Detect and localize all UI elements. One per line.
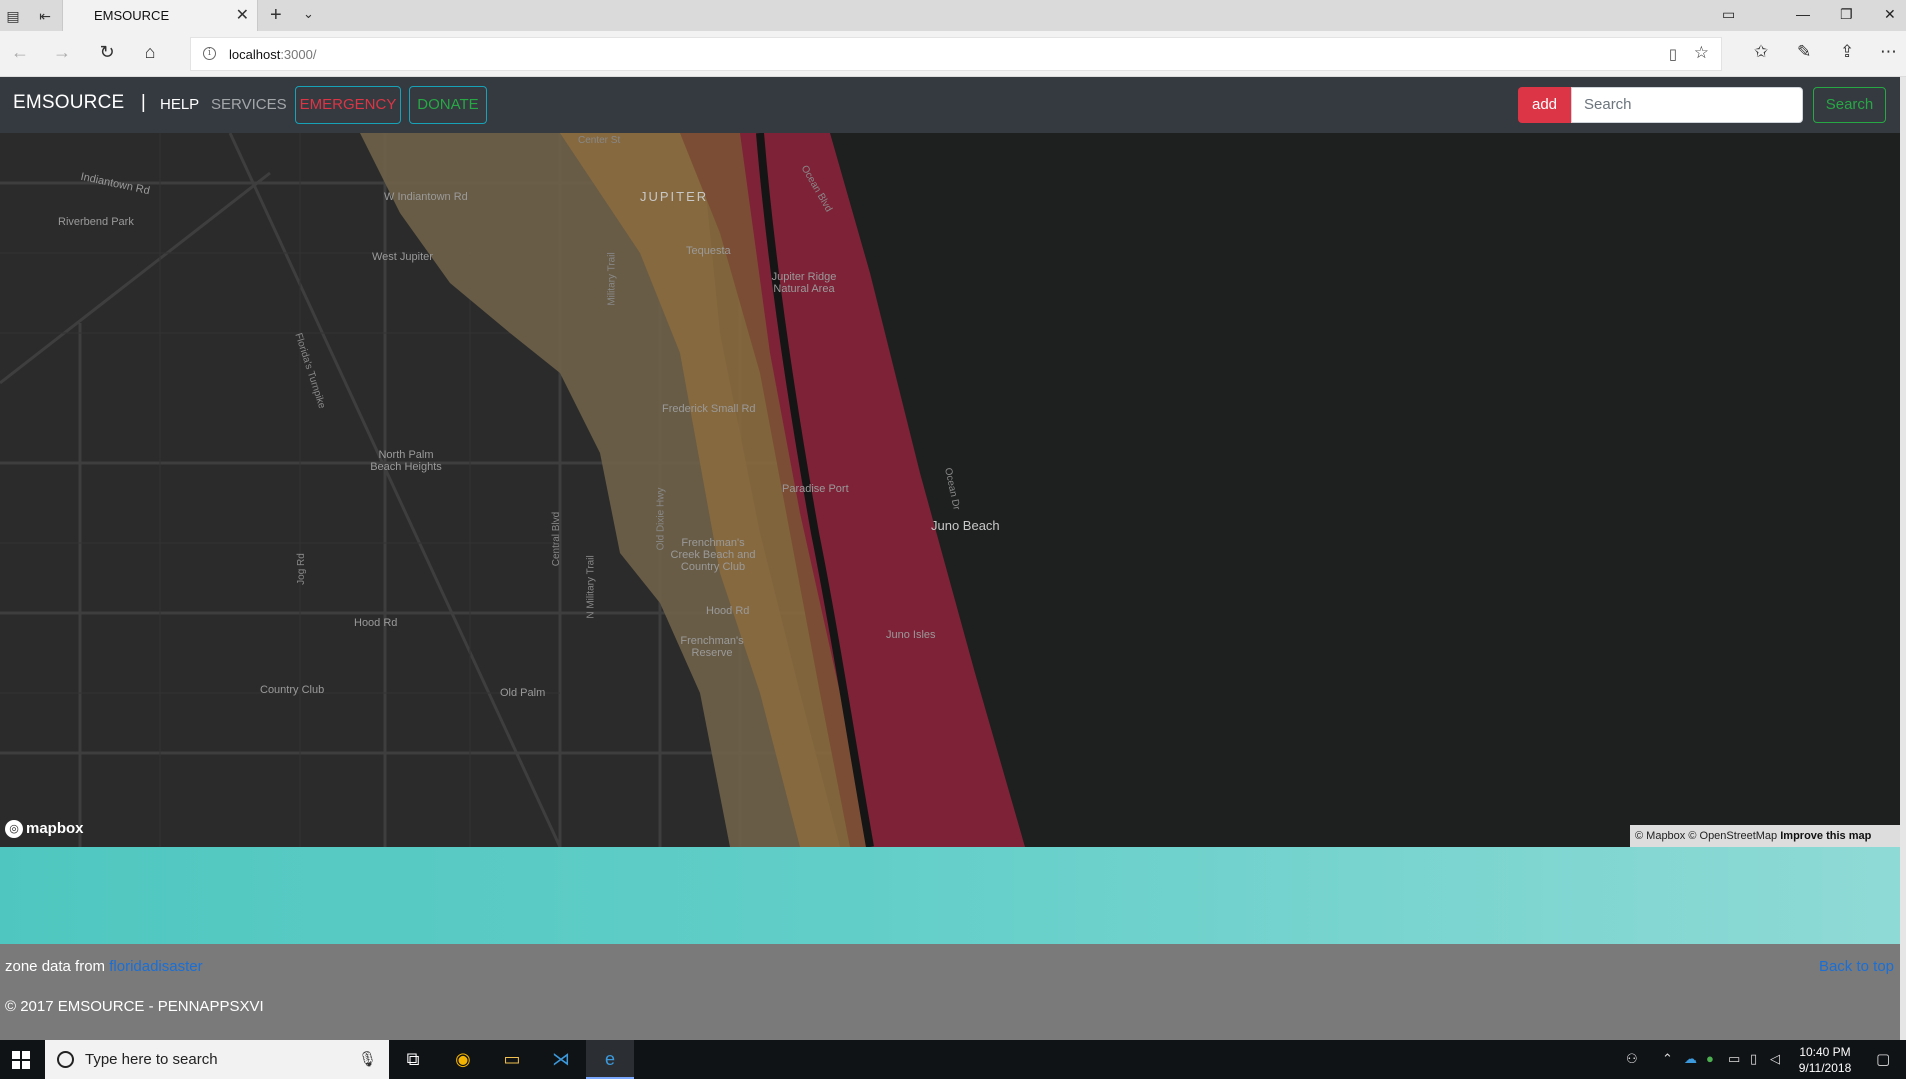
clock-date: 9/11/2018 — [1798, 1061, 1852, 1075]
windows-taskbar: Type here to search 🎙 ⧉ ◉ ▭ ⋊ e ⚇ ⌃ ☁ ● … — [0, 1040, 1906, 1079]
file-explorer-icon[interactable]: ▭ — [488, 1040, 536, 1079]
floridadisaster-link[interactable]: floridadisaster — [109, 958, 202, 975]
map-label: JUPITER — [640, 189, 709, 204]
brand[interactable]: EMSOURCE | — [13, 92, 146, 114]
address-toolbar: ← → ↻ ⌂ i localhost:3000/ ▯ ☆ — [0, 31, 1906, 77]
more-icon[interactable]: ⋯ — [1880, 42, 1897, 62]
tab-title: EMSOURCE — [94, 8, 170, 23]
tab-dropdown-icon[interactable]: ⌄ — [303, 6, 314, 22]
browser-tab[interactable]: EMSOURCE ✕ — [62, 0, 258, 31]
map-label: Old Palm — [500, 687, 546, 699]
map-label: Country Club — [260, 684, 325, 696]
browser-tab-bar: ▤ ⇤ EMSOURCE ✕ + ⌄ ▭ — ❐ ✕ — [0, 0, 1906, 31]
windows-start-icon[interactable] — [12, 1051, 30, 1069]
forward-icon[interactable]: → — [50, 42, 74, 63]
show-hidden-icons-icon[interactable]: ⌃ — [1662, 1051, 1673, 1067]
tab-preview-icon[interactable]: ▤ — [2, 5, 24, 27]
map-label: Hood Rd — [706, 605, 750, 617]
system-clock[interactable]: 10:40 PM 9/11/2018 — [1790, 1044, 1860, 1076]
map-canvas[interactable]: Center St Indiantown Rd W Indiantown Rd … — [0, 133, 1906, 847]
zone-data-credit: zone data from floridadisaster — [5, 958, 203, 975]
battery-icon[interactable]: ▭ — [1728, 1051, 1740, 1067]
teal-banner — [0, 847, 1906, 944]
restore-icon[interactable]: ❐ — [1840, 6, 1853, 23]
map-label: Frenchman's Reserve — [680, 635, 744, 659]
map-label: West Jupiter — [372, 251, 433, 263]
search-input[interactable]: Search — [1571, 87, 1803, 123]
info-icon[interactable]: i — [203, 47, 216, 60]
security-icon[interactable]: ● — [1706, 1051, 1714, 1066]
map-label: North Palm Beach Heights — [370, 449, 442, 473]
edge-icon[interactable]: e — [586, 1040, 634, 1079]
onedrive-icon[interactable]: ☁ — [1684, 1051, 1697, 1067]
map-label: Juno Beach — [931, 518, 1000, 533]
back-to-top-link[interactable]: Back to top — [1819, 958, 1894, 975]
address-bar[interactable]: i localhost:3000/ ▯ ☆ — [190, 37, 1722, 71]
microphone-icon[interactable]: 🎙 — [358, 1050, 377, 1068]
donate-button[interactable]: DONATE — [409, 86, 487, 124]
mapbox-logo-icon: ◎ — [5, 820, 23, 839]
map-label: Center St — [578, 135, 621, 146]
nav-help-link[interactable]: HELP — [160, 96, 199, 113]
refresh-icon[interactable]: ↻ — [95, 42, 119, 63]
cortana-icon — [57, 1051, 74, 1068]
map-label: Jupiter Ridge Natural Area — [771, 271, 837, 295]
chrome-icon[interactable]: ◉ — [439, 1040, 487, 1079]
map-label: W Indiantown Rd — [384, 191, 468, 203]
map-label: Frenchman's Creek Beach and Country Club — [670, 537, 756, 573]
improve-map-link[interactable]: Improve this map — [1780, 830, 1871, 842]
pen-icon[interactable]: ✎ — [1797, 42, 1811, 62]
favorites-hub-icon[interactable]: ✩ — [1754, 42, 1768, 62]
map-attribution[interactable]: © Mapbox © OpenStreetMap Improve this ma… — [1630, 825, 1906, 847]
map-label: Riverbend Park — [58, 216, 134, 228]
url-text[interactable]: localhost:3000/ — [229, 47, 316, 62]
minimize-icon[interactable]: — — [1796, 6, 1810, 22]
back-icon[interactable]: ← — [8, 42, 32, 63]
reading-view-icon[interactable]: ▯ — [1669, 45, 1677, 63]
map-label: Tequesta — [686, 245, 731, 257]
nav-services-link[interactable]: SERVICES — [211, 96, 287, 113]
emergency-button[interactable]: EMERGENCY — [295, 86, 401, 124]
map-label: Hood Rd — [354, 617, 398, 629]
page-footer: zone data from floridadisaster Back to t… — [0, 944, 1906, 1040]
close-icon[interactable]: ✕ — [236, 5, 249, 25]
map-label: Frederick Small Rd — [662, 403, 756, 415]
people-icon[interactable]: ⚇ — [1626, 1051, 1638, 1067]
favorite-star-icon[interactable]: ☆ — [1694, 43, 1709, 63]
page-scrollbar[interactable] — [1900, 77, 1906, 1040]
network-icon[interactable]: ▯ — [1750, 1051, 1757, 1067]
volume-icon[interactable]: ◁ — [1770, 1051, 1780, 1067]
search-button[interactable]: Search — [1813, 87, 1886, 123]
action-center-icon[interactable]: ▢ — [1876, 1050, 1890, 1068]
home-icon[interactable]: ⌂ — [138, 42, 162, 63]
add-button[interactable]: add — [1518, 87, 1571, 123]
map-label: Military Trail — [606, 252, 618, 306]
copyright: © 2017 EMSOURCE - PENNAPPSXVI — [5, 998, 264, 1015]
map-label: Juno Isles — [886, 629, 936, 641]
vscode-icon[interactable]: ⋊ — [537, 1040, 585, 1079]
mapbox-logo[interactable]: ◎ mapbox — [5, 820, 84, 839]
map-label: N Military Trail — [585, 555, 597, 619]
map-label: Jog Rd — [295, 553, 307, 585]
taskbar-search-box[interactable]: Type here to search 🎙 — [45, 1040, 389, 1079]
new-tab-icon[interactable]: + — [270, 4, 282, 27]
map-label: Old Dixie Hwy — [655, 487, 667, 551]
set-aside-tabs-icon[interactable]: ▭ — [1722, 6, 1735, 23]
map-label: Paradise Port — [782, 483, 849, 495]
taskbar-search-placeholder: Type here to search — [85, 1051, 218, 1068]
tab-aside-icon[interactable]: ⇤ — [34, 5, 56, 27]
window-close-icon[interactable]: ✕ — [1884, 6, 1896, 23]
clock-time: 10:40 PM — [1799, 1045, 1851, 1059]
task-view-icon[interactable]: ⧉ — [389, 1040, 437, 1079]
app-navbar: EMSOURCE | HELP SERVICES EMERGENCY DONAT… — [0, 77, 1906, 133]
share-icon[interactable]: ⇪ — [1840, 42, 1854, 62]
map-label: Central Blvd — [551, 511, 563, 567]
